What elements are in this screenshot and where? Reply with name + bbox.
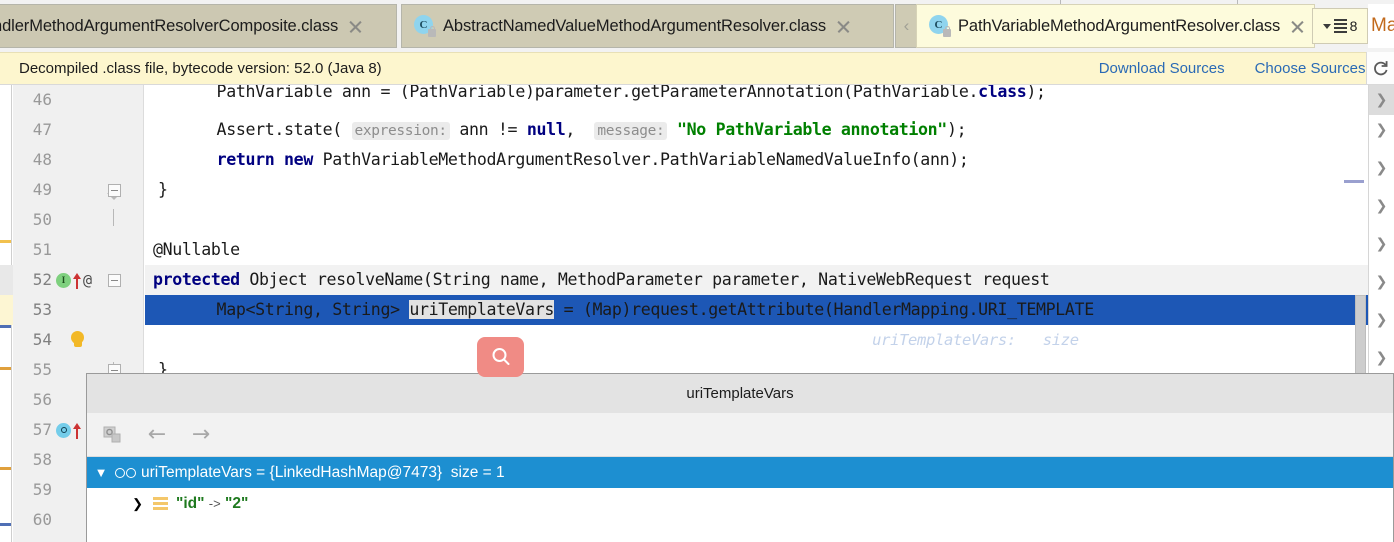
code-line-48: return new PathVariableMethodArgumentRes…: [216, 150, 969, 169]
code-line-49: }: [158, 180, 168, 199]
error-stripe-mark[interactable]: [1344, 180, 1364, 183]
editor-tab-1[interactable]: C AbstractNamedValueMethodArgumentResolv…: [401, 4, 894, 48]
decompiled-notification-bar: Decompiled .class file, bytecode version…: [0, 52, 1394, 85]
editor-tab-0[interactable]: ndlerMethodArgumentResolverComposite.cla…: [0, 4, 397, 48]
variable-row-map-entry[interactable]: ❯ "id" -> "2": [87, 488, 1393, 519]
line-number: 58: [32, 450, 52, 469]
line-number: 51: [32, 240, 52, 259]
refresh-icon[interactable]: [1366, 52, 1394, 85]
line-number: 54: [32, 330, 52, 349]
debugger-value-popup[interactable]: uriTemplateVars ← → ▼ uriTemplateVars = …: [86, 373, 1394, 542]
code-line-47: Assert.state( expression: ann != null, m…: [178, 120, 967, 140]
chevron-right-icon[interactable]: ❯: [1369, 115, 1394, 145]
chevron-right-icon[interactable]: ❯: [1369, 267, 1394, 297]
map-entry-key: "id": [176, 494, 205, 512]
run-method-icon[interactable]: I: [56, 272, 71, 288]
refresh-glyph: [1374, 60, 1388, 75]
tab-count-label: 8: [1349, 18, 1358, 34]
notification-links: Download Sources Choose Sources...: [1099, 60, 1394, 77]
popup-toolbar[interactable]: ← →: [87, 413, 1393, 457]
download-sources-link[interactable]: Download Sources: [1099, 60, 1225, 77]
line-number: 61: [0, 535, 52, 542]
back-arrow-icon[interactable]: ←: [144, 422, 170, 448]
close-icon[interactable]: [1289, 18, 1306, 35]
chevron-right-icon[interactable]: ❯: [1369, 229, 1394, 259]
editor-tab-bar: ndlerMethodArgumentResolverComposite.cla…: [0, 0, 1394, 52]
magnifier-glyph: [492, 348, 509, 365]
code-line-51: @Nullable: [153, 240, 240, 259]
variable-name: uriTemplateVars: [141, 463, 252, 481]
line-number: 55: [32, 360, 52, 379]
notification-message: Decompiled .class file, bytecode version…: [19, 60, 382, 77]
forward-arrow-icon[interactable]: →: [188, 422, 214, 448]
line-number: 50: [32, 210, 52, 229]
map-entry-value: "2": [225, 494, 249, 512]
magnifier-icon[interactable]: [477, 337, 524, 377]
evaluate-glyph: [103, 426, 121, 442]
line-number: 56: [32, 390, 52, 409]
code-line-46: PathVariable ann = (PathVariable)paramet…: [178, 85, 1046, 101]
line-number: 57: [32, 420, 52, 439]
java-class-icon: C: [414, 15, 436, 37]
editor-tab-0-label: ndlerMethodArgumentResolverComposite.cla…: [0, 16, 339, 35]
gutter-icons[interactable]: I @: [56, 265, 92, 295]
line-number: 52: [32, 270, 52, 289]
override-arrow-icon[interactable]: [73, 422, 81, 439]
line-number: 60: [32, 510, 52, 529]
popup-title: uriTemplateVars: [87, 374, 1393, 413]
editor-tab-1-label: AbstractNamedValueMethodArgumentResolver…: [443, 16, 827, 35]
code-line-52: protected Object resolveName(String name…: [153, 270, 1050, 289]
line-number: 49: [32, 180, 52, 199]
close-icon[interactable]: [835, 18, 852, 35]
chevron-down-icon: [1322, 23, 1331, 29]
chevron-right-icon[interactable]: ❯: [1369, 191, 1394, 221]
breakpoint-icon[interactable]: [56, 422, 71, 438]
tab-list-dropdown[interactable]: 8: [1312, 8, 1368, 44]
code-line-54: return uriTemplateVars != null ? uriTemp…: [206, 330, 1079, 349]
override-arrow-icon[interactable]: [73, 272, 81, 289]
annotation-icon[interactable]: @: [83, 271, 92, 289]
line-number: 59: [32, 480, 52, 499]
map-entry-icon: [151, 496, 171, 512]
line-number: 53: [32, 300, 52, 319]
collapsed-icon[interactable]: ❯: [87, 496, 151, 512]
choose-sources-link[interactable]: Choose Sources...: [1255, 60, 1378, 77]
watch-glasses-icon: [115, 466, 139, 480]
evaluate-expression-icon[interactable]: [100, 422, 126, 448]
chevron-right-icon[interactable]: ❯: [1369, 305, 1394, 335]
tab-scroll-left-icon[interactable]: ‹: [895, 4, 917, 48]
variables-tree[interactable]: ▼ uriTemplateVars = {LinkedHashMap@7473}…: [87, 457, 1393, 542]
fold-collapse-icon[interactable]: [104, 175, 124, 205]
variable-value: {LinkedHashMap@7473}: [269, 463, 443, 481]
expanded-icon[interactable]: ▼: [87, 465, 115, 480]
fold-collapse-icon[interactable]: [104, 265, 124, 295]
map-entry-arrow: ->: [208, 496, 221, 511]
code-line-53: Map<String, String> uriTemplateVars = (M…: [178, 300, 1094, 319]
java-class-icon: C: [929, 15, 951, 37]
gutter-icons[interactable]: [70, 325, 85, 355]
variable-equals: =: [256, 463, 266, 481]
variable-row-uritemplatevars[interactable]: ▼ uriTemplateVars = {LinkedHashMap@7473}…: [87, 457, 1393, 488]
chevron-right-icon[interactable]: ❯: [1369, 153, 1394, 183]
gutter-icons[interactable]: [56, 415, 81, 445]
tab-list-icon: [1333, 19, 1347, 33]
editor-tab-2-label: PathVariableMethodArgumentResolver.class: [958, 16, 1281, 35]
line-number: 47: [32, 120, 52, 139]
line-number: 48: [32, 150, 52, 169]
right-tool-window-label[interactable]: Ma: [1368, 4, 1394, 48]
chevron-right-icon[interactable]: ❯: [1369, 343, 1394, 373]
variable-size: size = 1: [450, 463, 505, 481]
intention-bulb-icon[interactable]: [70, 330, 85, 350]
line-number: 46: [32, 90, 52, 109]
editor-tab-2[interactable]: C PathVariableMethodArgumentResolver.cla…: [916, 4, 1315, 48]
chevron-right-icon[interactable]: ❯: [1369, 85, 1394, 115]
close-icon[interactable]: [347, 18, 364, 35]
